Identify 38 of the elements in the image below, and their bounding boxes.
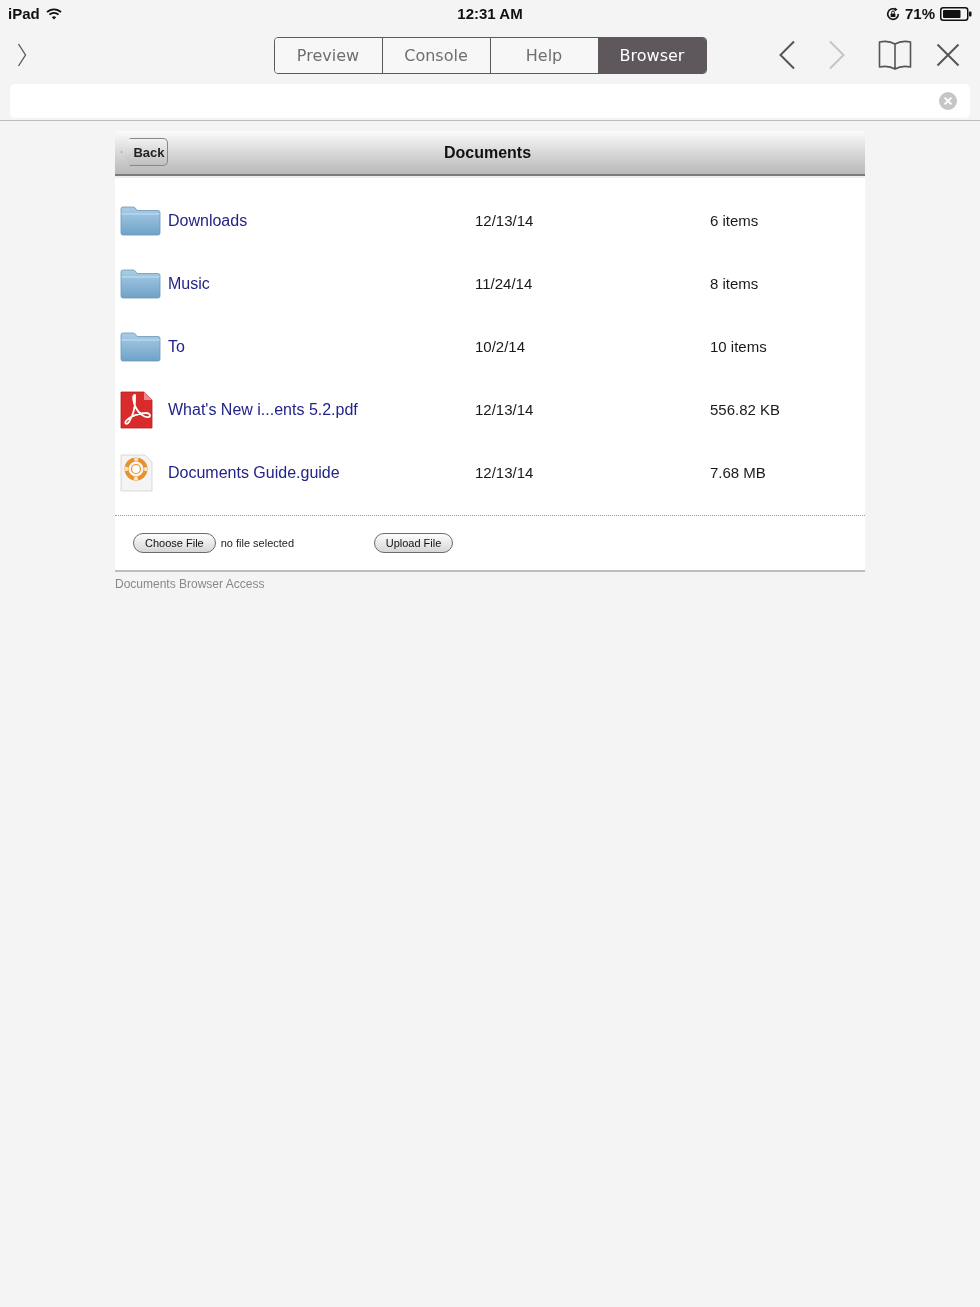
device-name: iPad: [8, 5, 40, 23]
size-text: 8 items: [710, 275, 759, 292]
clock-time: 12:31 AM: [457, 5, 523, 23]
lifebuoy-icon: [120, 453, 153, 492]
file-link[interactable]: To: [168, 337, 185, 356]
size-text: 6 items: [710, 212, 759, 229]
folder-icon: [120, 268, 161, 299]
file-link[interactable]: What's New i...ents 5.2.pdf: [168, 400, 358, 419]
close-icon[interactable]: [936, 43, 960, 67]
folder-icon: [120, 331, 161, 362]
date-text: 10/2/14: [475, 338, 526, 355]
tab[interactable]: Browser: [597, 37, 706, 73]
page-title: Documents: [443, 143, 532, 162]
size-text: 556.82 KB: [710, 401, 781, 418]
book-icon[interactable]: [878, 39, 912, 71]
file-link[interactable]: Downloads: [168, 211, 248, 230]
date-text: 11/24/14: [475, 275, 533, 292]
file-status-text: no file selected: [220, 537, 296, 549]
date-text: 12/13/14: [475, 464, 534, 481]
address-field[interactable]: [10, 84, 970, 118]
pdf-icon: [120, 390, 153, 429]
choose-file-button[interactable]: Choose File: [133, 533, 216, 553]
upload-file-button[interactable]: Upload File: [373, 533, 454, 553]
file-link[interactable]: Documents Guide.guide: [168, 463, 340, 482]
footer-text: Documents Browser Access: [115, 576, 266, 591]
back-icon[interactable]: [778, 40, 796, 70]
file-link[interactable]: Music: [168, 274, 210, 293]
battery-icon: [940, 7, 972, 21]
date-text: 12/13/14: [475, 401, 534, 418]
wifi-icon: [45, 8, 62, 20]
size-text: 7.68 MB: [710, 464, 766, 481]
back-button[interactable]: Back: [121, 138, 168, 166]
chevron-right-icon[interactable]: [17, 43, 27, 67]
size-text: 10 items: [710, 338, 767, 355]
folder-icon: [120, 205, 161, 236]
rotation-lock-icon: [885, 7, 900, 21]
battery-percent: 71%: [904, 5, 935, 23]
date-text: 12/13/14: [475, 212, 534, 229]
